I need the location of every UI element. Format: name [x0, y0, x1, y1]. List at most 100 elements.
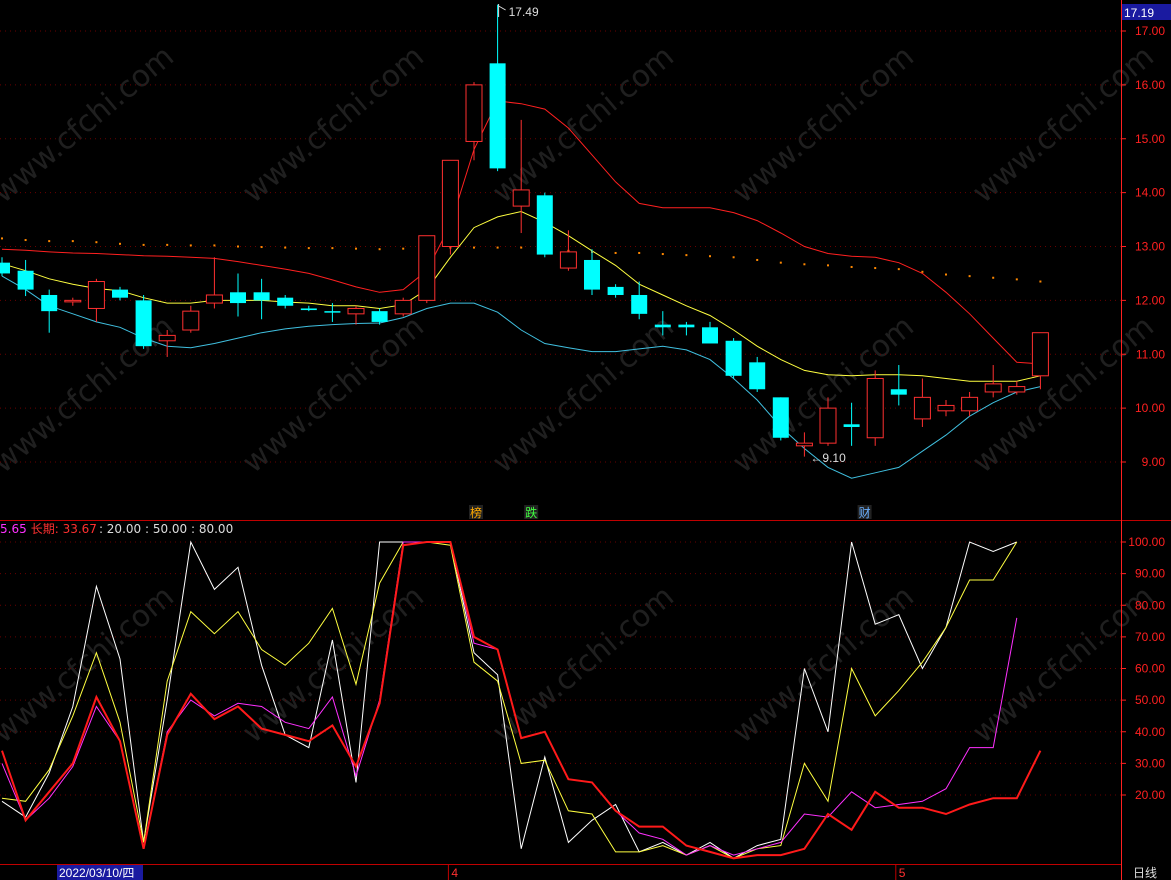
- candle-body-up: [182, 310, 200, 331]
- candle-body-up: [64, 299, 82, 303]
- signal-dot: [827, 264, 829, 267]
- candle-body-down: [41, 294, 58, 312]
- signal-dot: [897, 268, 900, 271]
- signal-dot: [968, 275, 971, 278]
- month-label: 4: [451, 866, 458, 880]
- candle: [465, 82, 483, 161]
- candle-body-up: [819, 407, 837, 444]
- candle: [300, 305, 317, 312]
- signal-dot: [189, 244, 192, 247]
- candle: [41, 289, 58, 333]
- oscillator-panel-grid: [0, 541, 1121, 796]
- candle: [725, 338, 742, 379]
- candle-body-up: [441, 159, 459, 247]
- candle: [1031, 332, 1049, 390]
- chart-canvas[interactable]: www.cfchi.com www.cfchi.com www.cfchi.com w…: [0, 0, 1171, 880]
- signal-dot: [213, 244, 216, 247]
- watermark-text: www.cfchi.com: [0, 39, 181, 210]
- candle: [253, 278, 270, 320]
- candle: [277, 294, 294, 309]
- candle-body-down: [135, 300, 152, 347]
- watermark-text: www.cfchi.com: [966, 579, 1161, 750]
- signal-dot: [355, 247, 357, 250]
- candle-body-up: [394, 299, 412, 315]
- candle: [489, 4, 506, 172]
- candle-body-up: [866, 377, 884, 439]
- signal-dot: [1039, 280, 1042, 283]
- date-label: 2022/03/10/四: [59, 866, 134, 880]
- candle: [394, 297, 412, 317]
- signal-dot: [874, 267, 877, 270]
- watermark-text: www.cfchi.com: [0, 309, 181, 480]
- osc-tick-label: 70.00: [1135, 630, 1165, 644]
- osc-tick-label: 40.00: [1135, 725, 1165, 739]
- signal-dot: [166, 243, 169, 246]
- osc-tick-label: 100.00: [1128, 535, 1165, 549]
- signal-dot: [945, 273, 947, 276]
- signal-dot: [119, 242, 121, 245]
- signal-dot: [850, 265, 853, 268]
- event-tag: 跌: [525, 505, 537, 520]
- candle: [347, 305, 365, 325]
- candle-body-down: [772, 397, 789, 438]
- candle-body-down: [584, 259, 600, 290]
- price-tick-label: 9.00: [1142, 455, 1166, 469]
- watermark-text: www.cfchi.com: [236, 309, 431, 480]
- candle-body-down: [253, 292, 270, 301]
- signal-dot: [803, 263, 806, 266]
- candle-body-up: [984, 383, 1002, 393]
- osc-tick-label: 80.00: [1135, 598, 1165, 612]
- watermark-text: www.cfchi.com: [236, 39, 431, 210]
- high-marker-arrow: [498, 4, 506, 17]
- signal-dot: [709, 255, 711, 258]
- candle-body-down: [631, 294, 648, 314]
- candle: [0, 257, 10, 277]
- price-tick-label: 16.00: [1135, 78, 1165, 92]
- candle: [87, 278, 105, 322]
- candle: [1008, 381, 1026, 395]
- signal-dot: [732, 256, 735, 259]
- right-axis: 9.00 10.00 11.00 12.00 13.00 14.00 15.00 16.00 1…: [1121, 0, 1171, 880]
- price-tick-label: 11.00: [1136, 347, 1165, 361]
- price-tick-label: 15.00: [1135, 132, 1165, 146]
- candle-body-down: [890, 389, 907, 395]
- candle: [890, 365, 907, 406]
- candle: [112, 286, 128, 301]
- candle: [866, 370, 884, 446]
- event-tag: 财: [859, 506, 871, 520]
- price-tick-label: 14.00: [1135, 186, 1165, 200]
- candle: [584, 249, 600, 295]
- price-badge-label: 17.19: [1124, 6, 1154, 20]
- signal-dot: [473, 246, 475, 249]
- high-marker-label: 17.49: [509, 5, 539, 19]
- watermark-text: www.cfchi.com: [726, 39, 921, 210]
- candle-body-up: [795, 442, 813, 447]
- month-label: 5: [899, 866, 906, 880]
- candle-body-up: [87, 281, 105, 309]
- osc-tick-label: 60.00: [1135, 662, 1165, 676]
- candle: [702, 321, 718, 344]
- signal-dot: [779, 261, 782, 264]
- candle: [749, 356, 766, 392]
- candle-body-up: [913, 396, 931, 420]
- candle: [418, 235, 436, 304]
- signal-dot: [756, 258, 759, 261]
- candle: [772, 397, 789, 441]
- candle-body-down: [371, 311, 388, 322]
- candle: [937, 400, 955, 417]
- candle: [913, 378, 931, 427]
- signal-dot: [24, 239, 27, 242]
- candle-body-down: [654, 324, 671, 328]
- signal-dot: [921, 270, 924, 273]
- candle-body-up: [512, 189, 530, 207]
- candle-body-up: [158, 334, 176, 342]
- watermark-text: www.cfchi.com: [0, 579, 181, 750]
- price-tick-label: 17.00: [1135, 24, 1165, 38]
- price-tick-label: 13.00: [1135, 240, 1165, 254]
- candle-body-down: [489, 63, 506, 169]
- signal-dot: [614, 251, 617, 254]
- candle-body-up: [347, 307, 365, 315]
- candle-body-down: [230, 292, 246, 304]
- signal-dot: [402, 247, 405, 250]
- signal-dot: [1, 237, 3, 240]
